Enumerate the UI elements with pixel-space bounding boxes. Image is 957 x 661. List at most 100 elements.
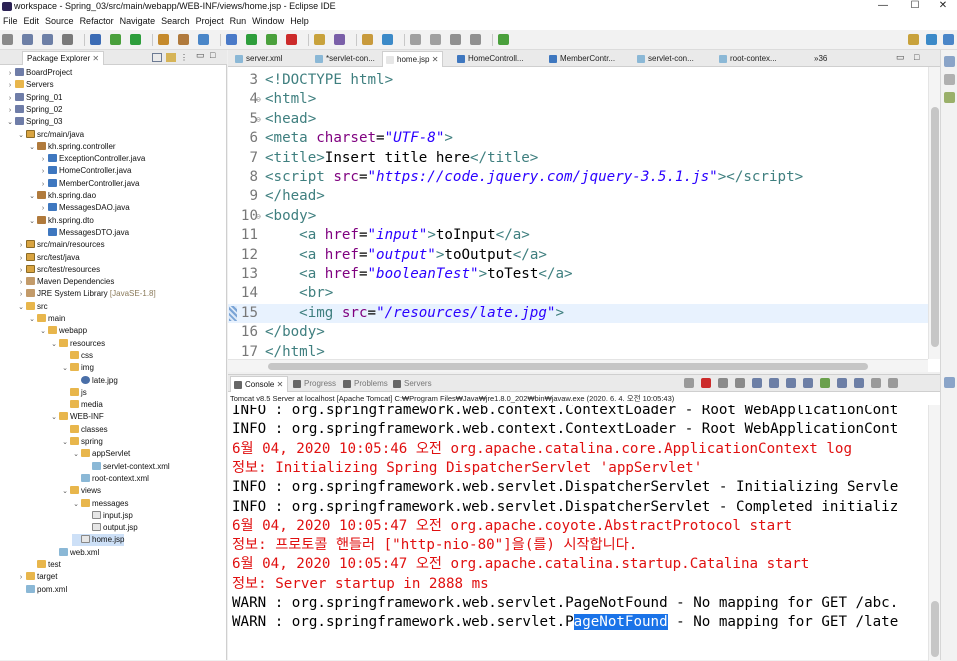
tree-item[interactable]: ⌄ appServlet — [72, 448, 130, 460]
menu-file[interactable]: File — [0, 14, 21, 26]
editor-tab[interactable]: *servlet-con... — [312, 51, 379, 67]
fold-toggle-icon[interactable]: ⊖ — [256, 110, 261, 129]
code-line[interactable]: 4 ⊖ <html> — [228, 90, 928, 109]
chevron-down-icon[interactable]: ⌄ — [61, 363, 69, 375]
chevron-right-icon[interactable]: › — [17, 277, 25, 289]
code-line[interactable]: 10 ⊖ <body> — [228, 207, 928, 226]
menu-edit[interactable]: Edit — [21, 14, 43, 26]
chevron-down-icon[interactable]: ⌄ — [50, 412, 58, 424]
print-icon[interactable] — [62, 34, 73, 45]
chevron-right-icon[interactable]: › — [17, 265, 25, 277]
menu-project[interactable]: Project — [193, 14, 227, 26]
new-icon[interactable] — [2, 34, 13, 45]
tree-item[interactable]: › Spring_02 — [6, 104, 62, 116]
chevron-down-icon[interactable]: ⌄ — [17, 302, 25, 314]
editor-horizontal-scroll-thumb[interactable] — [268, 363, 868, 370]
maximize-console-icon[interactable] — [888, 378, 898, 388]
tree-item[interactable]: › src/main/resources — [17, 239, 105, 251]
tree-item[interactable]: home.jsp — [72, 534, 125, 547]
maximize-view-icon[interactable]: □ — [210, 50, 215, 60]
minimize-console-icon[interactable] — [871, 378, 881, 388]
tree-item[interactable]: output.jsp — [83, 522, 138, 534]
editor-tab[interactable]: servlet-con... — [634, 51, 698, 67]
chevron-right-icon[interactable]: › — [6, 105, 14, 117]
close-icon[interactable]: ✕ — [429, 55, 439, 64]
tree-item[interactable]: ⌄ main — [28, 313, 65, 325]
minimize-button[interactable]: — — [868, 0, 898, 14]
tree-item[interactable]: ⌄ spring — [61, 436, 103, 448]
tree-item[interactable]: › Maven Dependencies — [17, 276, 114, 288]
close-icon[interactable]: ✕ — [274, 380, 284, 389]
tree-item[interactable]: › src/test/java — [17, 252, 80, 264]
tree-item[interactable]: MessagesDTO.java — [39, 227, 129, 239]
chevron-right-icon[interactable]: › — [6, 80, 14, 92]
editor-tab[interactable]: home.jsp ✕ — [382, 51, 444, 67]
console-output[interactable]: INFO : org.springframework.web.context.C… — [228, 405, 928, 661]
tree-item[interactable]: servlet-context.xml — [83, 461, 170, 473]
tree-item[interactable]: pom.xml — [17, 584, 67, 596]
restore-console-icon[interactable] — [944, 377, 955, 388]
maximize-button[interactable]: ☐ — [900, 0, 930, 14]
show-stderr-icon[interactable] — [803, 378, 813, 388]
prev-annotation-icon[interactable] — [430, 34, 441, 45]
console-tab[interactable]: Problems — [340, 376, 392, 392]
tree-item[interactable]: ⌄ views — [61, 485, 101, 497]
tree-item[interactable]: media — [61, 399, 103, 411]
tree-item[interactable]: input.jsp — [83, 510, 133, 522]
tree-item[interactable]: ⌄ messages — [72, 498, 128, 510]
chevron-right-icon[interactable]: › — [17, 240, 25, 252]
tree-item[interactable]: ⌄ resources — [50, 338, 105, 350]
editor-vertical-scrollbar[interactable] — [928, 67, 940, 359]
code-line[interactable]: 16 </body> — [228, 323, 928, 342]
tree-item[interactable]: ⌄ Spring_03 — [6, 116, 62, 128]
chevron-down-icon[interactable]: ⌄ — [72, 449, 80, 461]
tree-item[interactable]: ⌄ kh.spring.controller — [28, 141, 116, 153]
code-line[interactable]: 15 <img src="/resources/late.jpg"> — [228, 303, 928, 324]
show-stdout-icon[interactable] — [786, 378, 796, 388]
chevron-right-icon[interactable]: › — [17, 572, 25, 584]
new-package-icon[interactable] — [178, 34, 189, 45]
save-icon[interactable] — [22, 34, 33, 45]
web-browser-icon[interactable] — [382, 34, 393, 45]
fold-toggle-icon[interactable]: ⊖ — [256, 90, 261, 109]
word-wrap-icon[interactable] — [769, 378, 779, 388]
chevron-down-icon[interactable]: ⌄ — [61, 437, 69, 449]
menu-window[interactable]: Window — [249, 14, 287, 26]
chevron-down-icon[interactable]: ⌄ — [6, 117, 14, 129]
chevron-down-icon[interactable]: ⌄ — [28, 216, 36, 228]
tree-item[interactable]: › src/test/resources — [17, 264, 100, 276]
tree-item[interactable]: › MemberController.java — [39, 178, 139, 190]
java-perspective-icon[interactable] — [943, 34, 954, 45]
tree-item[interactable]: js — [61, 387, 87, 399]
menu-search[interactable]: Search — [158, 14, 193, 26]
editor-tab[interactable]: server.xml — [232, 51, 286, 67]
code-line[interactable]: 3 <!DOCTYPE html> — [228, 71, 928, 90]
debug-icon[interactable] — [110, 34, 121, 45]
chevron-down-icon[interactable]: ⌄ — [28, 142, 36, 154]
chevron-down-icon[interactable]: ⌄ — [17, 130, 25, 142]
quick-access-icon[interactable] — [908, 34, 919, 45]
close-button[interactable]: ✕ — [928, 0, 957, 14]
outline-icon[interactable] — [944, 74, 955, 85]
code-line[interactable]: 7 <title>Insert title here</title> — [228, 149, 928, 168]
code-line[interactable]: 9 </head> — [228, 187, 928, 206]
chevron-right-icon[interactable]: › — [39, 203, 47, 215]
scroll-lock-icon[interactable] — [752, 378, 762, 388]
tree-item[interactable]: ⌄ webapp — [39, 325, 87, 337]
tree-item[interactable]: › JRE System Library [JavaSE-1.8] — [17, 288, 156, 300]
code-area[interactable]: 3 <!DOCTYPE html> 4 ⊖ <html> 5 ⊖ <head> 6 <meta c… — [228, 67, 928, 360]
tree-item[interactable]: › MessagesDAO.java — [39, 202, 130, 214]
code-line[interactable]: 8 <script src="https://code.jquery.com/jq… — [228, 168, 928, 187]
tree-item[interactable]: ⌄ img — [61, 362, 94, 374]
menu-navigate[interactable]: Navigate — [117, 14, 159, 26]
next-annotation-icon[interactable] — [410, 34, 421, 45]
menu-run[interactable]: Run — [227, 14, 250, 26]
annotation-icon[interactable] — [362, 34, 373, 45]
open-type-icon[interactable] — [314, 34, 325, 45]
console-vertical-scroll-thumb[interactable] — [931, 601, 939, 657]
fold-toggle-icon[interactable]: ⊖ — [256, 207, 261, 226]
tree-item[interactable]: late.jpg — [72, 375, 118, 387]
back-icon[interactable] — [450, 34, 461, 45]
forward-icon[interactable] — [470, 34, 481, 45]
console-tab[interactable]: Progress — [290, 376, 340, 392]
